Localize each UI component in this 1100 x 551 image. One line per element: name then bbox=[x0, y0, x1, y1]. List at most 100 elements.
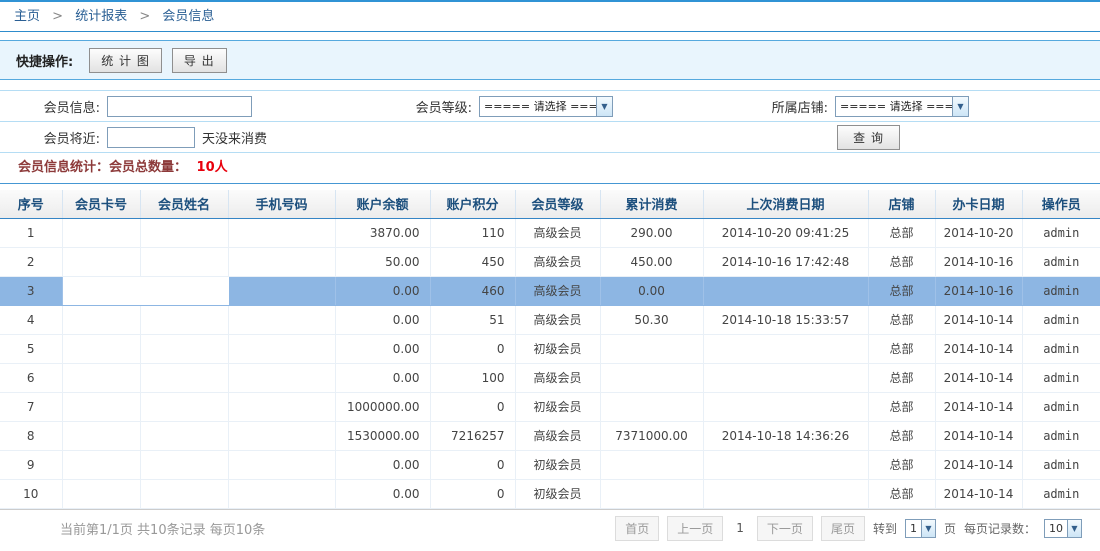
cell-level: 初级会员 bbox=[515, 479, 600, 508]
cell-card bbox=[62, 247, 140, 276]
cell-card bbox=[62, 305, 140, 334]
export-button[interactable]: 导 出 bbox=[172, 48, 227, 73]
table-row[interactable]: 81530000.007216257高级会员7371000.002014-10-… bbox=[0, 421, 1100, 450]
breadcrumb-reports-link[interactable]: 统计报表 bbox=[75, 9, 127, 24]
cell-op: admin bbox=[1022, 276, 1100, 305]
cell-op: admin bbox=[1022, 450, 1100, 479]
cell-level: 高级会员 bbox=[515, 276, 600, 305]
shop-label: 所属店铺: bbox=[728, 97, 828, 116]
member-level-label: 会员等级: bbox=[372, 97, 472, 116]
shop-select-value: ===== 请选择 ===== bbox=[836, 98, 952, 114]
cell-level: 高级会员 bbox=[515, 305, 600, 334]
cell-level: 高级会员 bbox=[515, 247, 600, 276]
cell-no: 6 bbox=[0, 363, 62, 392]
cell-no: 4 bbox=[0, 305, 62, 334]
member-info-input[interactable] bbox=[107, 96, 252, 117]
prev-page-button[interactable]: 上一页 bbox=[667, 516, 723, 541]
column-header: 序号 bbox=[0, 190, 62, 218]
filter-panel: 会员信息: 会员等级: ===== 请选择 ===== ▼ 所属店铺: ====… bbox=[0, 90, 1100, 153]
cell-points: 51 bbox=[430, 305, 515, 334]
cell-balance: 1000000.00 bbox=[335, 392, 430, 421]
table-row[interactable]: 71000000.000初级会员总部2014-10-14admin bbox=[0, 392, 1100, 421]
days-inactive-input[interactable] bbox=[107, 127, 195, 148]
next-page-button[interactable]: 下一页 bbox=[757, 516, 813, 541]
cell-op: admin bbox=[1022, 305, 1100, 334]
statistics-chart-button[interactable]: 统 计 图 bbox=[89, 48, 162, 73]
cell-phone bbox=[228, 450, 335, 479]
cell-name bbox=[140, 247, 228, 276]
cell-shop: 总部 bbox=[868, 392, 935, 421]
cell-total bbox=[600, 479, 703, 508]
table-row[interactable]: 60.00100高级会员总部2014-10-14admin bbox=[0, 363, 1100, 392]
member-info-label: 会员信息: bbox=[0, 97, 100, 116]
cell-card bbox=[62, 479, 140, 508]
table-row[interactable]: 40.0051高级会员50.302014-10-18 15:33:57总部201… bbox=[0, 305, 1100, 334]
last-page-button[interactable]: 尾页 bbox=[821, 516, 865, 541]
chevron-down-icon: ▼ bbox=[596, 97, 612, 116]
cell-points: 0 bbox=[430, 334, 515, 363]
cell-shop: 总部 bbox=[868, 334, 935, 363]
quick-actions-bar: 快捷操作: 统 计 图 导 出 bbox=[0, 40, 1100, 80]
cell-name bbox=[140, 305, 228, 334]
per-page-select-value: 10 bbox=[1045, 522, 1067, 535]
cell-points: 0 bbox=[430, 479, 515, 508]
goto-page-label: 转到 bbox=[873, 520, 897, 537]
column-header: 账户余额 bbox=[335, 190, 430, 218]
table-row[interactable]: 50.000初级会员总部2014-10-14admin bbox=[0, 334, 1100, 363]
cell-card bbox=[62, 334, 140, 363]
column-header: 上次消费日期 bbox=[703, 190, 868, 218]
days-inactive-label: 会员将近: bbox=[0, 128, 100, 147]
cell-card bbox=[62, 392, 140, 421]
cell-date: 2014-10-14 bbox=[935, 334, 1022, 363]
cell-date: 2014-10-14 bbox=[935, 305, 1022, 334]
cell-balance: 0.00 bbox=[335, 450, 430, 479]
cell-no: 10 bbox=[0, 479, 62, 508]
first-page-button[interactable]: 首页 bbox=[615, 516, 659, 541]
cell-balance: 50.00 bbox=[335, 247, 430, 276]
cell-total bbox=[600, 334, 703, 363]
cell-op: admin bbox=[1022, 218, 1100, 247]
breadcrumb-home-link[interactable]: 主页 bbox=[14, 9, 40, 24]
cell-balance: 0.00 bbox=[335, 305, 430, 334]
cell-date: 2014-10-14 bbox=[935, 479, 1022, 508]
cell-phone bbox=[228, 218, 335, 247]
cell-shop: 总部 bbox=[868, 421, 935, 450]
cell-no: 2 bbox=[0, 247, 62, 276]
cell-op: admin bbox=[1022, 363, 1100, 392]
cell-phone bbox=[228, 305, 335, 334]
cell-no: 9 bbox=[0, 450, 62, 479]
table-row[interactable]: 30.00460高级会员0.00总部2014-10-16admin bbox=[0, 276, 1100, 305]
cell-balance: 0.00 bbox=[335, 363, 430, 392]
cell-shop: 总部 bbox=[868, 218, 935, 247]
cell-shop: 总部 bbox=[868, 450, 935, 479]
per-page-label: 每页记录数： bbox=[964, 520, 1036, 537]
chevron-down-icon: ▼ bbox=[952, 97, 968, 116]
table-row[interactable]: 13870.00110高级会员290.002014-10-20 09:41:25… bbox=[0, 218, 1100, 247]
table-row[interactable]: 90.000初级会员总部2014-10-14admin bbox=[0, 450, 1100, 479]
cell-level: 高级会员 bbox=[515, 363, 600, 392]
filter-row-1: 会员信息: 会员等级: ===== 请选择 ===== ▼ 所属店铺: ====… bbox=[0, 91, 1100, 122]
cell-date: 2014-10-14 bbox=[935, 363, 1022, 392]
cell-points: 450 bbox=[430, 247, 515, 276]
column-header: 办卡日期 bbox=[935, 190, 1022, 218]
column-header: 操作员 bbox=[1022, 190, 1100, 218]
per-page-select[interactable]: 10 ▼ bbox=[1044, 519, 1082, 538]
cell-last bbox=[703, 334, 868, 363]
member-level-select[interactable]: ===== 请选择 ===== ▼ bbox=[479, 96, 613, 117]
cell-phone bbox=[228, 276, 335, 305]
cell-shop: 总部 bbox=[868, 305, 935, 334]
cell-name bbox=[140, 479, 228, 508]
cell-total: 290.00 bbox=[600, 218, 703, 247]
table-row[interactable]: 100.000初级会员总部2014-10-14admin bbox=[0, 479, 1100, 508]
cell-level: 初级会员 bbox=[515, 450, 600, 479]
cell-total: 450.00 bbox=[600, 247, 703, 276]
cell-points: 0 bbox=[430, 392, 515, 421]
cell-card bbox=[62, 421, 140, 450]
cell-last bbox=[703, 363, 868, 392]
table-row[interactable]: 250.00450高级会员450.002014-10-16 17:42:48总部… bbox=[0, 247, 1100, 276]
shop-select[interactable]: ===== 请选择 ===== ▼ bbox=[835, 96, 969, 117]
cell-shop: 总部 bbox=[868, 276, 935, 305]
query-button[interactable]: 查 询 bbox=[837, 125, 900, 150]
goto-page-select[interactable]: 1 ▼ bbox=[905, 519, 936, 538]
cell-level: 高级会员 bbox=[515, 218, 600, 247]
